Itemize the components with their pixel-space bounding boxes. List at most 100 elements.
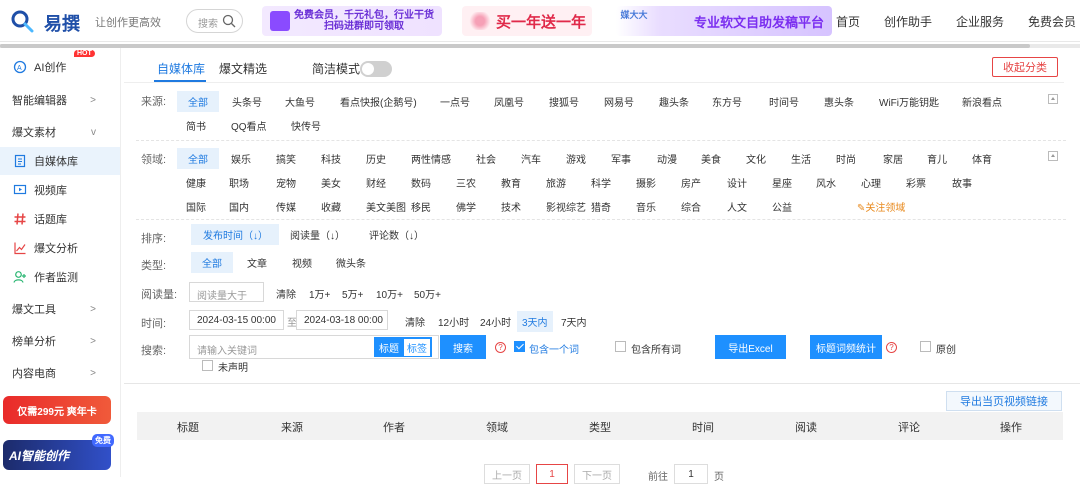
sidebar-item-topic-library[interactable]: 话题库 — [0, 205, 120, 233]
time-12h[interactable]: 12小时 — [438, 314, 469, 329]
col-action[interactable]: 操作 — [1000, 419, 1022, 435]
field-option[interactable]: 财经 — [366, 175, 386, 190]
field-option[interactable]: 风水 — [816, 175, 836, 190]
sidebar-item-viral-tools[interactable]: 爆文工具 > — [0, 295, 120, 323]
field-option[interactable]: 健康 — [186, 175, 206, 190]
field-option[interactable]: 国际 — [186, 199, 206, 214]
undeclared-checkbox[interactable] — [202, 360, 213, 371]
read-count-input[interactable]: 阅读量大于 — [189, 282, 264, 302]
sidebar-item-video-library[interactable]: 视频库 — [0, 176, 120, 204]
contains-one-checkbox[interactable] — [514, 341, 525, 352]
search-scope-toggle[interactable]: 标题 标签 — [374, 337, 432, 357]
source-option[interactable]: 网易号 — [604, 94, 634, 109]
field-option[interactable]: 军事 — [611, 151, 631, 166]
source-option[interactable]: 简书 — [186, 118, 206, 133]
site-logo[interactable]: 易撰 — [8, 9, 86, 34]
field-option[interactable]: 娱乐 — [231, 151, 251, 166]
field-option[interactable]: 佛学 — [456, 199, 476, 214]
sidebar-item-author-monitor[interactable]: 作者监测 — [0, 263, 120, 291]
col-author[interactable]: 作者 — [383, 419, 405, 435]
field-option[interactable]: 育儿 — [927, 151, 947, 166]
source-option[interactable]: 趣头条 — [659, 94, 689, 109]
sort-comment-count[interactable]: 评论数（↓） — [369, 227, 424, 242]
field-option[interactable]: 房产 — [681, 175, 701, 190]
source-option[interactable]: QQ看点 — [231, 118, 267, 133]
field-option[interactable]: 心理 — [861, 175, 881, 190]
header-search[interactable]: 搜索 — [186, 9, 243, 33]
field-option[interactable]: 收藏 — [321, 199, 341, 214]
search-button[interactable]: 搜索 — [440, 335, 486, 359]
sort-read-count[interactable]: 阅读量（↓） — [290, 227, 345, 242]
field-option[interactable]: 国内 — [229, 199, 249, 214]
time-to-input[interactable]: 2024-03-18 00:00 — [296, 310, 388, 330]
col-title[interactable]: 标题 — [177, 419, 199, 435]
source-option[interactable]: 新浪看点 — [962, 94, 1002, 109]
read-500k[interactable]: 50万+ — [414, 286, 441, 301]
read-10k[interactable]: 1万+ — [309, 286, 330, 301]
export-video-links-button[interactable]: 导出当页视频链接 — [946, 391, 1062, 411]
field-option[interactable]: 全部 — [177, 148, 219, 169]
field-option[interactable]: 旅游 — [546, 175, 566, 190]
time-24h[interactable]: 24小时 — [480, 314, 511, 329]
collapse-field-icon[interactable] — [1048, 151, 1058, 161]
help-icon[interactable]: ? — [886, 342, 897, 353]
source-option[interactable]: 头条号 — [232, 94, 262, 109]
read-100k[interactable]: 10万+ — [376, 286, 403, 301]
field-option[interactable]: 美女 — [321, 175, 341, 190]
field-option[interactable]: 音乐 — [636, 199, 656, 214]
field-option[interactable]: 历史 — [366, 151, 386, 166]
type-video[interactable]: 视频 — [292, 255, 312, 270]
col-read[interactable]: 阅读 — [795, 419, 817, 435]
collapse-source-icon[interactable] — [1048, 94, 1058, 104]
source-option[interactable]: 搜狐号 — [549, 94, 579, 109]
type-article[interactable]: 文章 — [247, 255, 267, 270]
read-50k[interactable]: 5万+ — [342, 286, 363, 301]
field-option[interactable]: 技术 — [501, 199, 521, 214]
tab-media-library[interactable]: 自媒体库 — [157, 60, 205, 77]
field-option[interactable]: 美食 — [701, 151, 721, 166]
original-checkbox[interactable] — [920, 341, 931, 352]
source-option[interactable]: 全部 — [177, 91, 219, 112]
nav-free-member[interactable]: 免费会员 — [1028, 13, 1076, 30]
source-option[interactable]: WiFi万能钥匙 — [879, 94, 939, 109]
source-option[interactable]: 时间号 — [769, 94, 799, 109]
field-option[interactable]: 汽车 — [521, 151, 541, 166]
time-from-input[interactable]: 2024-03-15 00:00 — [189, 310, 284, 330]
source-option[interactable]: 大鱼号 — [285, 94, 315, 109]
field-option[interactable]: 动漫 — [657, 151, 677, 166]
field-option[interactable]: 游戏 — [566, 151, 586, 166]
nav-home[interactable]: 首页 — [836, 13, 860, 30]
col-source[interactable]: 来源 — [281, 419, 303, 435]
title-frequency-button[interactable]: 标题词频统计 — [810, 335, 882, 359]
field-option[interactable]: 移民 — [411, 199, 431, 214]
field-option[interactable]: 彩票 — [906, 175, 926, 190]
field-option[interactable]: 宠物 — [276, 175, 296, 190]
field-option[interactable]: 人文 — [727, 199, 747, 214]
col-field[interactable]: 领域 — [486, 419, 508, 435]
sidebar-item-smart-editor[interactable]: 智能编辑器 > — [0, 86, 120, 114]
field-option[interactable]: 数码 — [411, 175, 431, 190]
help-icon[interactable]: ? — [495, 342, 506, 353]
nav-enterprise[interactable]: 企业服务 — [956, 13, 1004, 30]
field-option[interactable]: 时尚 — [836, 151, 856, 166]
field-option[interactable]: 文化 — [746, 151, 766, 166]
banner-free-member[interactable]: 免费会员，千元礼包，行业干货 扫码进群即可领取 — [262, 6, 442, 36]
field-option[interactable]: 故事 — [952, 175, 972, 190]
field-option[interactable]: 星座 — [772, 175, 792, 190]
read-clear[interactable]: 清除 — [276, 286, 296, 301]
field-option[interactable]: 摄影 — [636, 175, 656, 190]
field-option[interactable]: 教育 — [501, 175, 521, 190]
scope-tag[interactable]: 标签 — [404, 338, 430, 356]
time-clear[interactable]: 清除 — [405, 314, 425, 329]
field-option[interactable]: 两性情感 — [411, 151, 451, 166]
col-comment[interactable]: 评论 — [898, 419, 920, 435]
field-option[interactable]: 公益 — [772, 199, 792, 214]
field-option[interactable]: 体育 — [972, 151, 992, 166]
page-jump-input[interactable]: 1 — [674, 464, 708, 484]
type-micro[interactable]: 微头条 — [336, 255, 366, 270]
source-option[interactable]: 惠头条 — [824, 94, 854, 109]
export-excel-button[interactable]: 导出Excel — [715, 335, 786, 359]
follow-field-link[interactable]: ✎关注领域 — [857, 199, 905, 214]
field-option[interactable]: 三农 — [456, 175, 476, 190]
source-option[interactable]: 看点快报(企鹅号) — [340, 94, 417, 109]
